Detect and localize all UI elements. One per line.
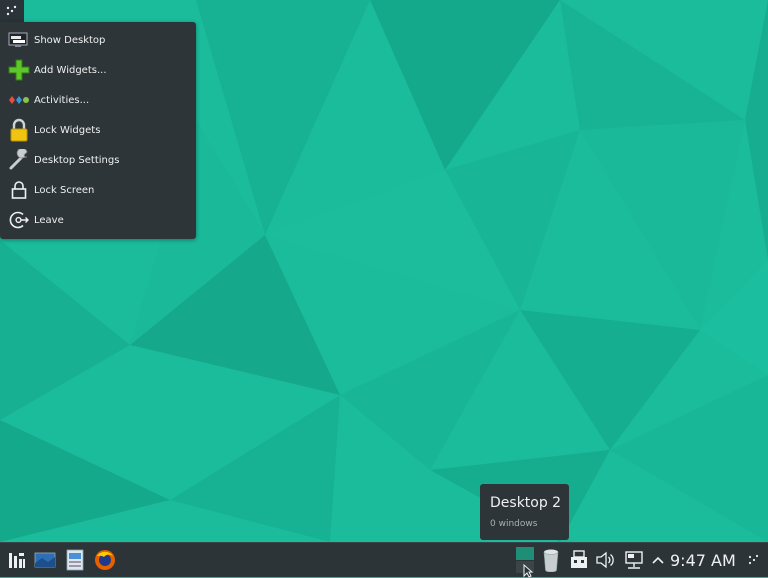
toolbox-icon: [6, 5, 17, 16]
file-manager-icon: [66, 549, 84, 571]
menu-item-lock-widgets[interactable]: Lock Widgets: [0, 115, 196, 145]
desktop-icon: [34, 552, 56, 568]
expand-tray-icon: [652, 556, 664, 564]
panel-toolbox-button[interactable]: [746, 548, 762, 572]
lock-icon: [7, 178, 31, 202]
expand-system-tray-button[interactable]: [650, 548, 666, 572]
menu-item-label: Lock Widgets: [34, 124, 101, 136]
file-manager-launcher[interactable]: [63, 548, 87, 572]
padlock-icon: [7, 118, 31, 142]
application-launcher-button[interactable]: [5, 548, 29, 572]
menu-item-label: Add Widgets...: [34, 64, 107, 76]
menu-item-label: Activities...: [34, 94, 90, 106]
network-applet[interactable]: [623, 548, 645, 572]
volume-applet[interactable]: [594, 548, 616, 572]
menu-item-label: Leave: [34, 214, 64, 226]
bottom-panel: 9:47 AM: [0, 542, 768, 578]
firefox-launcher[interactable]: [93, 548, 117, 572]
desktop-context-menu: Show Desktop Add Widgets... Activities..…: [0, 22, 196, 239]
menu-item-label: Desktop Settings: [34, 154, 120, 166]
show-desktop-launcher[interactable]: [33, 548, 57, 572]
application-launcher-icon: [9, 553, 25, 568]
network-icon: [625, 551, 643, 569]
wrench-icon: [7, 148, 31, 172]
menu-item-show-desktop[interactable]: Show Desktop: [0, 25, 196, 55]
trash-applet[interactable]: [540, 548, 562, 572]
tooltip-subtitle: 0 windows: [490, 519, 538, 529]
menu-item-label: Lock Screen: [34, 184, 95, 196]
pager-tooltip: Desktop 2 0 windows: [480, 484, 569, 540]
usb-device-icon: [571, 550, 587, 568]
menu-item-desktop-settings[interactable]: Desktop Settings: [0, 145, 196, 175]
firefox-icon: [95, 550, 115, 570]
menu-item-activities[interactable]: Activities...: [0, 85, 196, 115]
menu-item-leave[interactable]: Leave: [0, 205, 196, 235]
desktop-toolbox-button[interactable]: [0, 0, 24, 22]
volume-icon: [596, 551, 614, 569]
menu-item-lock-screen[interactable]: Lock Screen: [0, 175, 196, 205]
activities-icon: [7, 88, 31, 112]
digital-clock[interactable]: 9:47 AM: [670, 551, 736, 570]
menu-item-label: Show Desktop: [34, 34, 106, 46]
trash-icon: [543, 549, 559, 572]
leave-icon: [7, 208, 31, 232]
tooltip-title: Desktop 2: [490, 495, 562, 511]
show-desktop-icon: [7, 28, 31, 52]
device-notifier[interactable]: [568, 548, 590, 572]
panel-toolbox-icon: [748, 554, 759, 565]
menu-item-add-widgets[interactable]: Add Widgets...: [0, 55, 196, 85]
add-widgets-icon: [7, 58, 31, 82]
